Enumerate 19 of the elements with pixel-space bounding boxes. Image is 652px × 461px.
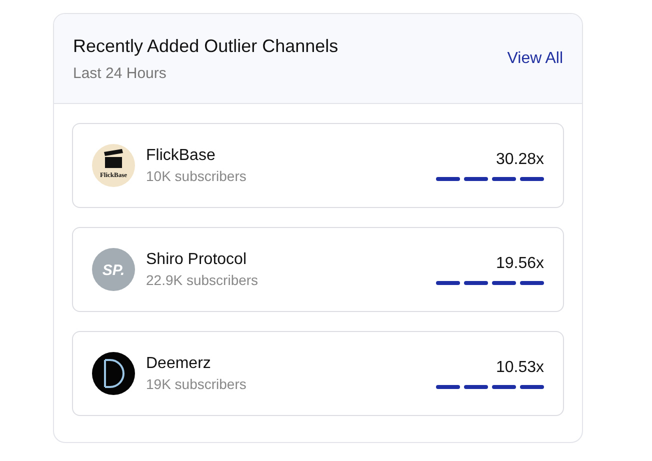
outlier-score: 19.56x bbox=[496, 254, 544, 272]
outlier-score: 10.53x bbox=[496, 358, 544, 376]
outlier-score: 30.28x bbox=[496, 150, 544, 168]
channel-name: Deemerz bbox=[146, 355, 212, 373]
subscriber-count: 10K subscribers bbox=[146, 168, 248, 184]
view-all-link[interactable]: View All bbox=[507, 50, 563, 68]
channel-row[interactable]: Deemerz 19K subscribers 10.53x bbox=[72, 331, 564, 416]
initials-logo: SP. bbox=[92, 248, 135, 291]
card-subtitle: Last 24 Hours bbox=[73, 65, 168, 82]
channel-name: FlickBase bbox=[146, 147, 216, 165]
dashed-meter-icon bbox=[436, 280, 544, 284]
channel-row[interactable]: SP. Shiro Protocol 22.9K subscribers 19.56x bbox=[72, 227, 564, 312]
letter-logo bbox=[92, 352, 135, 395]
subscriber-count: 22.9K subscribers bbox=[146, 272, 260, 288]
subscriber-count: 19K subscribers bbox=[146, 376, 248, 392]
channel-name: Shiro Protocol bbox=[146, 251, 248, 269]
dashed-meter-icon bbox=[436, 176, 544, 180]
dashed-meter-icon bbox=[436, 384, 544, 388]
card-title: Recently Added Outlier Channels bbox=[73, 36, 338, 57]
